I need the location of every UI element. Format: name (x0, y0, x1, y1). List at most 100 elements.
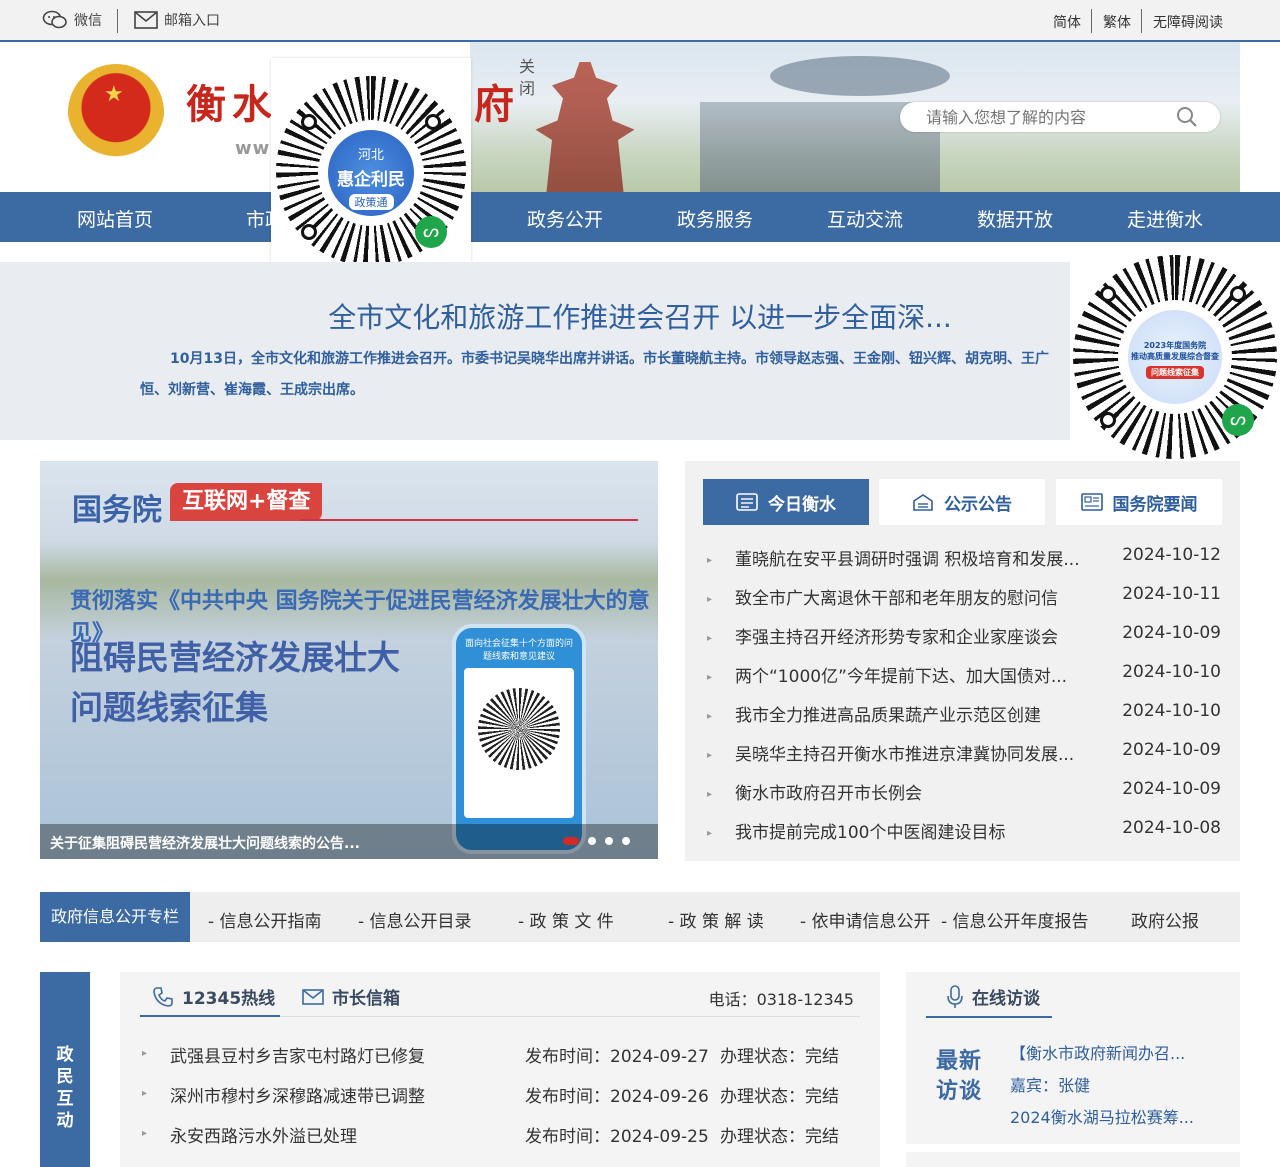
bullet-icon: ▸ (707, 594, 713, 605)
carousel-dot-1[interactable] (563, 837, 579, 845)
news-item[interactable]: ▸ 致全市广大离退休干部和老年朋友的慰问信 2024-10-11 (707, 584, 1221, 623)
news-item[interactable]: ▸ 董晓航在安平县调研时强调 积极培育和发展... 2024-10-12 (707, 545, 1221, 584)
carousel-headline-1: 阻碍民营经济发展壮大 (70, 638, 400, 677)
info-link-gazette[interactable]: 政府公报 (1131, 907, 1199, 932)
newspaper-icon (1080, 493, 1103, 511)
main-nav: 网站首页 市政 政务公开 政务服务 互动交流 数据开放 走进衡水 (0, 192, 1280, 242)
mailbox-label: 邮箱入口 (164, 13, 220, 29)
online-interview-panel: 在线访谈 最新访谈 【衡水市政府新闻办召... 嘉宾：张健 2024衡水湖马拉松… (906, 972, 1240, 1144)
info-link-guide[interactable]: - 信息公开指南 (208, 907, 322, 932)
qr-name: 惠企利民 (337, 170, 405, 190)
qr-line3: 问题线索征集 (1146, 366, 1204, 379)
qr-province: 河北 (357, 148, 384, 163)
tab-label: 市长信箱 (332, 989, 400, 1009)
news-item[interactable]: ▸ 李强主持召开经济形势专家和企业家座谈会 2024-10-09 (707, 623, 1221, 662)
tab-state-council-news[interactable]: 国务院要闻 (1056, 479, 1222, 525)
qr-service: 政策通 (348, 194, 394, 210)
simplified-link[interactable]: 简体 (1053, 12, 1081, 32)
news-item[interactable]: ▸ 吴晓华主持召开衡水市推进京津冀协同发展... 2024-10-09 (707, 740, 1221, 779)
tab-mayor-mailbox[interactable]: 市长信箱 (302, 984, 400, 1009)
info-disclosure-head[interactable]: 政府信息公开专栏 (40, 892, 190, 942)
section-tag-label: 政民互动 (56, 1045, 74, 1131)
bullet-icon: ▸ (707, 555, 713, 566)
phone-icon (153, 986, 173, 1007)
carousel-dot-3[interactable] (605, 837, 613, 845)
info-disclosure-bar: 政府信息公开专栏 - 信息公开指南 - 信息公开目录 - 政 策 文 件 - 政… (40, 892, 1240, 942)
hotline-panel: 12345热线 市长信箱 电话：0318-12345 ▸ 武强县豆村乡吉家屯村路… (120, 972, 880, 1167)
info-link-policy-docs[interactable]: - 政 策 文 件 (518, 907, 614, 932)
tab-hotline[interactable]: 12345热线 (152, 984, 275, 1009)
info-link-on-request[interactable]: - 依申请信息公开 (800, 907, 931, 932)
carousel-caption[interactable]: 关于征集阻碍民营经济发展壮大问题线索的公告... (50, 833, 360, 853)
banner-carousel[interactable]: 国务院 互联网+督查 贯彻落实《中共中央 国务院关于促进民营经济发展壮大的意见》… (40, 461, 658, 859)
news-item[interactable]: ▸ 两个“1000亿”今年提前下达、加大国债对... 2024-10-10 (707, 662, 1221, 701)
qr-center-badge: 河北 惠企利民 政策通 (328, 130, 414, 216)
news-item[interactable]: ▸ 衡水市政府召开市长例会 2024-10-09 (707, 779, 1221, 818)
list-item[interactable]: ▸ 永安西路污水外溢已处理 发布时间：2024-09-25 办理状态：完结 (142, 1122, 862, 1152)
list-item[interactable]: ▸ 深州市穆村乡深穆路减速带已调整 发布时间：2024-09-26 办理状态：完… (142, 1082, 862, 1112)
document-icon (736, 493, 758, 511)
mail-icon (302, 988, 324, 1005)
bullet-icon: ▸ (142, 1088, 148, 1099)
headline-band: 全市文化和旅游工作推进会召开 以进一步全面深... 10月13日，全市文化和旅游… (0, 262, 1070, 440)
news-panel: 今日衡水 公示公告 国务院要闻 ▸ 董晓航在安平县调研时强调 积极培育和发展...… (685, 461, 1240, 861)
bullet-icon: ▸ (707, 828, 713, 839)
tab-label: 在线访谈 (972, 989, 1040, 1009)
microphone-icon (947, 984, 963, 1008)
nav-item-gov-affairs-open[interactable]: 政务公开 (490, 205, 640, 232)
national-emblem-logo: ★ (68, 64, 164, 168)
headline-summary: 10月13日，全市文化和旅游工作推进会召开。市委书记吴晓华出席并讲话。市长董晓航… (140, 351, 1049, 398)
carousel-caption-bar: 关于征集阻碍民营经济发展壮大问题线索的公告... (40, 824, 658, 859)
carousel-logo: 国务院 (72, 493, 162, 528)
search-icon[interactable] (1176, 106, 1198, 128)
bullet-icon: ▸ (707, 672, 713, 683)
carousel-badge: 互联网+督查 (170, 483, 323, 521)
tab-public-notices[interactable]: 公示公告 (879, 479, 1045, 525)
list-item[interactable]: ▸ 武强县豆村乡吉家屯村路灯已修复 发布时间：2024-09-27 办理状态：完… (142, 1042, 862, 1072)
carousel-headline-2: 问题线索征集 (70, 688, 268, 727)
carousel-dot-4[interactable] (622, 837, 630, 845)
nav-item-interaction[interactable]: 互动交流 (790, 205, 940, 232)
search-input[interactable] (926, 105, 1166, 129)
top-bar: 微信 邮箱入口 简体 繁体 无障碍阅读 (0, 0, 1280, 42)
close-popup-button[interactable]: 关闭 (519, 56, 537, 100)
bullet-icon: ▸ (707, 633, 713, 644)
tab-today-hengshui[interactable]: 今日衡水 (703, 479, 869, 525)
wechat-label: 微信 (74, 13, 102, 29)
qr-line1: 2023年度国务院 (1143, 341, 1207, 350)
carousel-dot-2[interactable] (588, 837, 596, 845)
bullet-icon: ▸ (142, 1128, 148, 1139)
section-tag: 政民互动 (40, 972, 90, 1167)
nav-item-gov-services[interactable]: 政务服务 (640, 205, 790, 232)
qr-line2: 推动高质量发展综合督查 (1131, 352, 1219, 361)
news-item[interactable]: ▸ 我市全力推进高品质果蔬产业示范区创建 2024-10-10 (707, 701, 1221, 740)
carousel-dots (563, 837, 630, 845)
interview-title[interactable]: 【衡水市政府新闻办召... (1010, 1040, 1185, 1064)
bullet-icon: ▸ (707, 789, 713, 800)
tab-label: 今日衡水 (768, 494, 836, 515)
mini-program-qr-popup[interactable]: 河北 惠企利民 政策通 ᔕ (271, 58, 471, 272)
mailbox-link[interactable]: 邮箱入口 (134, 10, 220, 30)
tab-online-interview[interactable]: 在线访谈 (946, 984, 1040, 1009)
nav-item-open-data[interactable]: 数据开放 (940, 205, 1090, 232)
notice-icon (913, 494, 933, 511)
nav-item-home[interactable]: 网站首页 (40, 205, 190, 232)
info-link-policy-interpretation[interactable]: - 政 策 解 读 (668, 907, 764, 932)
canopy-image (770, 56, 950, 96)
interview-next[interactable]: 2024衡水湖马拉松赛筹... (1010, 1104, 1194, 1128)
inspection-qr-code[interactable]: 2023年度国务院 推动高质量发展综合督查 问题线索征集 ᔕ (1070, 252, 1280, 462)
info-link-annual-report[interactable]: - 信息公开年度报告 (941, 907, 1089, 932)
info-link-catalog[interactable]: - 信息公开目录 (358, 907, 472, 932)
site-header: ★ 衡水 www 府 关闭 (40, 42, 1240, 192)
nav-item-about-hengshui[interactable]: 走进衡水 (1090, 205, 1240, 232)
wechat-link[interactable]: 微信 (42, 10, 102, 30)
accessible-reading-link[interactable]: 无障碍阅读 (1153, 12, 1223, 32)
phone-illustration: 面向社会征集十个方面的问题线索和意见建议 (452, 624, 586, 854)
pagoda-image (535, 62, 635, 192)
bullet-icon: ▸ (707, 711, 713, 722)
hotline-phone: 电话：0318-12345 (708, 990, 854, 1009)
news-item[interactable]: ▸ 我市提前完成100个中医阁建设目标 2024-10-08 (707, 818, 1221, 857)
traditional-link[interactable]: 繁体 (1103, 12, 1131, 32)
tab-label: 12345热线 (182, 989, 276, 1009)
divider (117, 9, 118, 33)
